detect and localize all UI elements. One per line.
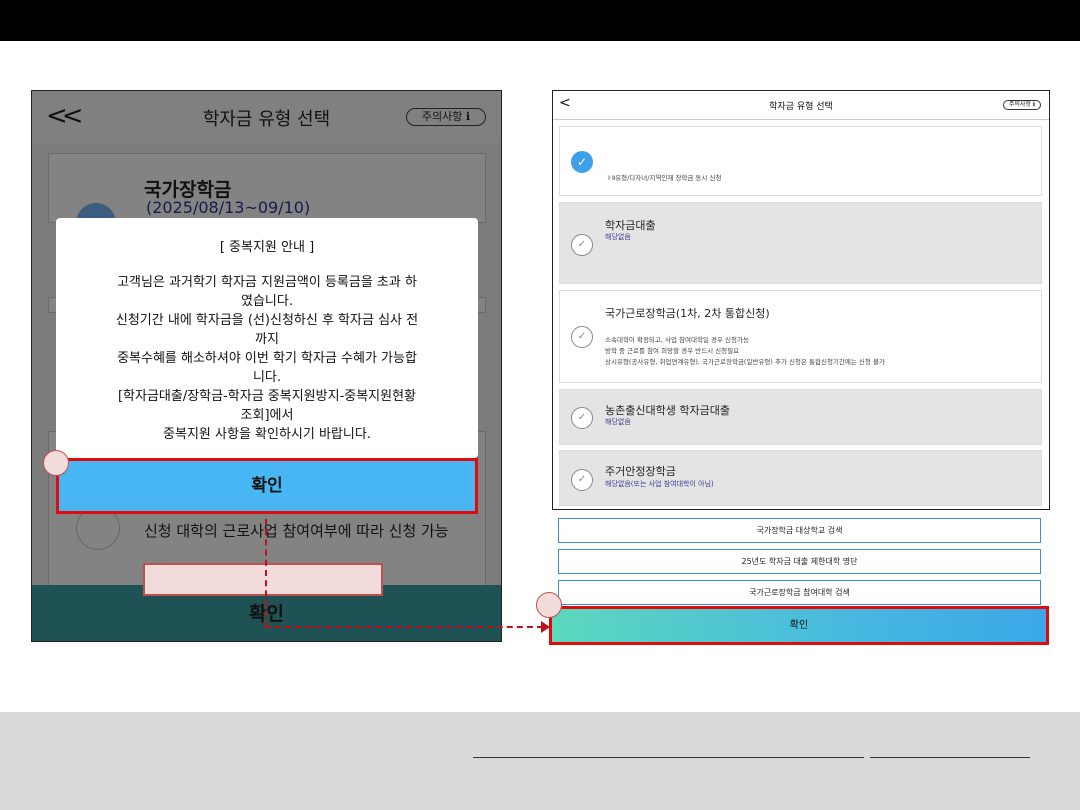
dialog-title: [ 중복지원 안내 ] xyxy=(219,240,315,255)
option-card-loan[interactable]: ✓ 학자금대출 해당없음 xyxy=(559,202,1042,284)
left-header: << 학자금 유형 선택 주의사항 ℹ xyxy=(32,91,501,143)
dialog-line: 신청기간 내에 학자금을 (선)신청하신 후 학자금 심사 전 xyxy=(115,313,419,328)
annotation-dashed-line xyxy=(265,626,543,628)
option-desc: 방학 중 근로를 참여 희망할 경우 반드시 신청필요 xyxy=(605,347,740,355)
annotation-label-box xyxy=(143,563,383,596)
option-status: 해당없음 xyxy=(605,418,631,426)
dialog-line: 중복지원 사항을 확인하시기 바랍니다. xyxy=(163,427,371,442)
option-card-housing-scholarship[interactable]: ✓ 주거안정장학금 해당없음(또는 사업 참여대학이 아님) xyxy=(559,450,1042,506)
option-card-rural-loan[interactable]: ✓ 농촌출신대학생 학자금대출 해당없음 xyxy=(559,389,1042,445)
right-frame: < 학자금 유형 선택 주의사항 ℹ ✓ Ⅰ·Ⅱ유형/다자녀/지역인재 장학금 … xyxy=(552,90,1050,510)
option-card-work-scholarship[interactable]: ✓ 국가근로장학금(1차, 2차 통합신청) 소속대학이 확정되고, 사업 참여… xyxy=(559,290,1042,383)
check-icon[interactable]: ✓ xyxy=(571,407,593,429)
dialog-line: 중복수혜를 해소하셔야 이번 학기 학자금 수혜가 가능합 xyxy=(117,351,417,366)
option-card-national-scholarship[interactable]: ✓ Ⅰ·Ⅱ유형/다자녀/지역인재 장학금 동시 신청 xyxy=(559,126,1042,196)
right-screenshot: < 학자금 유형 선택 주의사항 ℹ ✓ Ⅰ·Ⅱ유형/다자녀/지역인재 장학금 … xyxy=(549,90,1050,645)
check-icon[interactable]: ✓ xyxy=(571,234,593,256)
link-scholarship-school-search[interactable]: 국가장학금 대상학교 검색 xyxy=(558,518,1041,543)
option-title: 농촌출신대학생 학자금대출 xyxy=(605,404,730,417)
annotation-dashed-line xyxy=(265,519,267,627)
slide: << 학자금 유형 선택 주의사항 ℹ 국가장학금 (2025/08/13~09… xyxy=(0,0,1080,810)
dialog-line: 까지 xyxy=(255,332,279,347)
dialog-line: 였습니다. xyxy=(241,294,293,309)
check-icon[interactable]: ✓ xyxy=(571,151,593,173)
link-loan-restricted-schools[interactable]: 25년도 학자금 대출 제한대학 명단 xyxy=(558,549,1041,574)
check-icon[interactable]: ✓ xyxy=(571,326,593,348)
notice-button[interactable]: 주의사항 ℹ xyxy=(406,108,486,126)
option-status: 해당없음 xyxy=(605,233,631,241)
step-marker xyxy=(536,592,562,618)
annotation-arrow-icon xyxy=(541,621,550,633)
duplicate-support-dialog: [ 중복지원 안내 ] 고객님은 과거학기 학자금 지원금액이 등록금을 초과 … xyxy=(56,218,478,458)
link-work-scholarship-school-search[interactable]: 국가근로장학금 참여대학 검색 xyxy=(558,580,1041,605)
dialog-confirm-button[interactable]: 확인 xyxy=(56,458,478,514)
bottom-gray-bar xyxy=(0,712,1080,810)
card-date: (2025/08/13~09/10) xyxy=(146,198,311,217)
option-desc: 소속대학이 확정되고, 사업 참여대학일 경우 신청가능 xyxy=(605,336,749,344)
notice-button[interactable]: 주의사항 ℹ xyxy=(1003,100,1041,110)
option-desc: 상시유형(공사유형, 취업연계유형), 국가근로장학금(일반유형) 추가 신청은… xyxy=(605,358,885,366)
step-marker xyxy=(43,450,69,476)
dialog-line: [학자금대출/장학금-학자금 중복지원방지-중복지원현황 xyxy=(117,389,417,404)
dialog-body: 고객님은 과거학기 학자금 지원금액이 등록금을 초과 하 였습니다. 신청기간… xyxy=(76,273,458,444)
option-desc: Ⅰ·Ⅱ유형/다자녀/지역인재 장학금 동시 신청 xyxy=(608,174,722,182)
page-title: 학자금 유형 선택 xyxy=(769,102,833,112)
option-title: 학자금대출 xyxy=(605,219,656,232)
top-black-bar xyxy=(0,0,1080,41)
dialog-line: 고객님은 과거학기 학자금 지원금액이 등록금을 초과 하 xyxy=(117,275,417,290)
underline xyxy=(870,757,1030,758)
confirm-button[interactable]: 확인 xyxy=(549,606,1049,645)
option-title: 주거안정장학금 xyxy=(605,465,676,478)
dialog-line: 조회]에서 xyxy=(240,408,294,423)
check-icon[interactable]: ✓ xyxy=(571,469,593,491)
dialog-line: 니다. xyxy=(252,370,282,385)
option-status: 해당없음(또는 사업 참여대학이 아님) xyxy=(605,480,714,488)
divider xyxy=(553,119,1049,120)
underline xyxy=(473,757,864,758)
option-title: 국가근로장학금(1차, 2차 통합신청) xyxy=(605,307,770,320)
card-description: 신청 대학의 근로사업 참여여부에 따라 신청 가능 xyxy=(144,522,449,540)
